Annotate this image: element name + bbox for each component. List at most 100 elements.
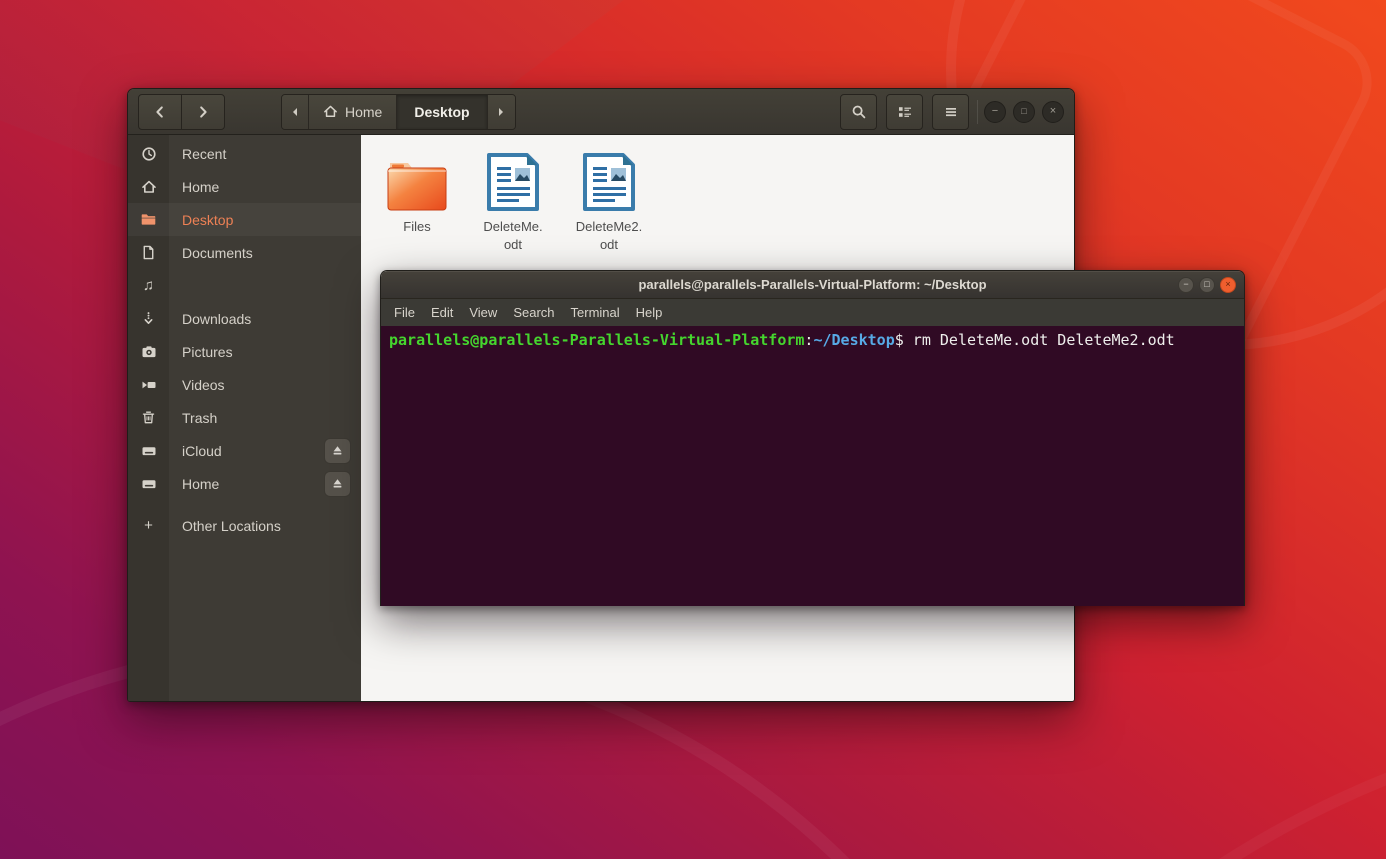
menu-view[interactable]: View [461,301,505,324]
search-icon [851,104,867,120]
close-icon: × [1050,106,1056,117]
chevron-right-icon [195,104,211,120]
menu-button[interactable] [932,94,969,130]
maximize-button[interactable]: □ [1013,101,1035,123]
terminal-prompt-line: parallels@parallels-Parallels-Virtual-Pl… [389,331,1236,350]
home-icon [323,104,338,119]
prompt-path: ~/Desktop [813,331,894,349]
sidebar-item-label: iCloud [182,443,222,459]
breadcrumb-current[interactable]: Desktop [397,95,487,129]
nav-button-group [138,94,225,130]
triangle-right-icon [496,107,506,117]
sidebar-item-trash[interactable]: Trash [128,401,361,434]
desktop-background: Home Desktop [0,0,1386,859]
sidebar-item-recent[interactable]: Recent [128,137,361,170]
sidebar-item-label: Trash [182,410,217,426]
list-view-icon [897,104,913,120]
terminal-window-controls: − □ × [1178,277,1236,293]
sidebar-item-desktop[interactable]: Desktop [128,203,361,236]
prompt-user-host: parallels@parallels-Parallels-Virtual-Pl… [389,331,804,349]
sidebar-item-other-locations[interactable]: + Other Locations [128,509,361,542]
sidebar-item-label: Home [182,476,219,492]
menu-edit[interactable]: Edit [423,301,461,324]
home-icon [128,179,169,195]
menu-file[interactable]: File [386,301,423,324]
menu-help[interactable]: Help [628,301,671,324]
sidebar-item-label: Videos [182,377,225,393]
file-label: DeleteMe. odt [483,218,542,253]
breadcrumb-home-label: Home [345,104,382,120]
headerbar-divider [977,100,978,124]
terminal-menubar: File Edit View Search Terminal Help [381,299,1244,326]
minimize-button[interactable]: − [984,101,1006,123]
sidebar-item-label: Other Locations [182,518,281,534]
file-item-deleteme-odt[interactable]: DeleteMe. odt [465,149,561,253]
minimize-icon: − [1183,280,1188,289]
sidebar-item-label: Downloads [182,311,251,327]
chevron-left-icon [152,104,168,120]
headerbar-actions [840,94,969,130]
wallpaper-arc-shape [760,700,1386,859]
terminal-window: parallels@parallels-Parallels-Virtual-Pl… [380,270,1245,606]
sidebar-item-label: Pictures [182,344,233,360]
sidebar-item-label: Documents [182,245,253,261]
odt-document-icon [581,149,637,213]
view-options-button[interactable] [886,94,923,130]
clock-icon [128,146,169,162]
path-bar: Home Desktop [281,94,516,130]
sidebar-item-music[interactable]: ♫ [128,269,361,302]
typed-command: rm DeleteMe.odt DeleteMe2.odt [913,331,1175,349]
close-button[interactable]: × [1042,101,1064,123]
sidebar-item-downloads[interactable]: Downloads [128,302,361,335]
sidebar-item-home-drive[interactable]: Home [128,467,361,500]
maximize-icon: □ [1204,280,1209,289]
hamburger-icon [943,104,959,120]
folder-icon [384,149,450,213]
minimize-icon: − [992,106,998,117]
document-icon [128,245,169,260]
path-scroll-right-button[interactable] [488,95,515,129]
eject-button[interactable] [324,471,351,497]
drive-icon [128,476,169,492]
odt-document-icon [485,149,541,213]
terminal-titlebar[interactable]: parallels@parallels-Parallels-Virtual-Pl… [381,271,1244,299]
menu-terminal[interactable]: Terminal [563,301,628,324]
sidebar-item-documents[interactable]: Documents [128,236,361,269]
eject-button[interactable] [324,438,351,464]
sidebar-item-pictures[interactable]: Pictures [128,335,361,368]
files-window-controls: − □ × [984,101,1064,123]
sidebar-item-label: Desktop [182,212,233,228]
path-scroll-left-button[interactable] [282,95,309,129]
file-item-files-folder[interactable]: Files [369,149,465,236]
music-note-icon: ♫ [128,277,169,294]
breadcrumb-current-label: Desktop [414,104,469,120]
file-item-deleteme2-odt[interactable]: DeleteMe2. odt [561,149,657,253]
sidebar-item-icloud[interactable]: iCloud [128,434,361,467]
sidebar: Recent Home Desktop [128,135,361,701]
file-label: DeleteMe2. odt [576,218,642,253]
sidebar-item-label: Recent [182,146,226,162]
file-label: Files [403,218,430,236]
maximize-button[interactable]: □ [1199,277,1215,293]
breadcrumb-home[interactable]: Home [309,95,397,129]
plus-icon: + [128,517,169,534]
minimize-button[interactable]: − [1178,277,1194,293]
terminal-title: parallels@parallels-Parallels-Virtual-Pl… [638,277,986,292]
search-button[interactable] [840,94,877,130]
drive-icon [128,443,169,459]
folder-icon [128,211,169,228]
terminal-content[interactable]: parallels@parallels-Parallels-Virtual-Pl… [381,326,1244,606]
close-button[interactable]: × [1220,277,1236,293]
sidebar-item-label: Home [182,179,219,195]
video-camera-icon [128,377,169,393]
menu-search[interactable]: Search [505,301,562,324]
triangle-left-icon [290,107,300,117]
back-button[interactable] [138,94,182,130]
trash-icon [128,410,169,425]
download-icon [128,311,169,326]
close-icon: × [1225,280,1230,289]
prompt-sign: $ [895,331,913,349]
sidebar-item-home[interactable]: Home [128,170,361,203]
sidebar-item-videos[interactable]: Videos [128,368,361,401]
forward-button[interactable] [181,94,225,130]
